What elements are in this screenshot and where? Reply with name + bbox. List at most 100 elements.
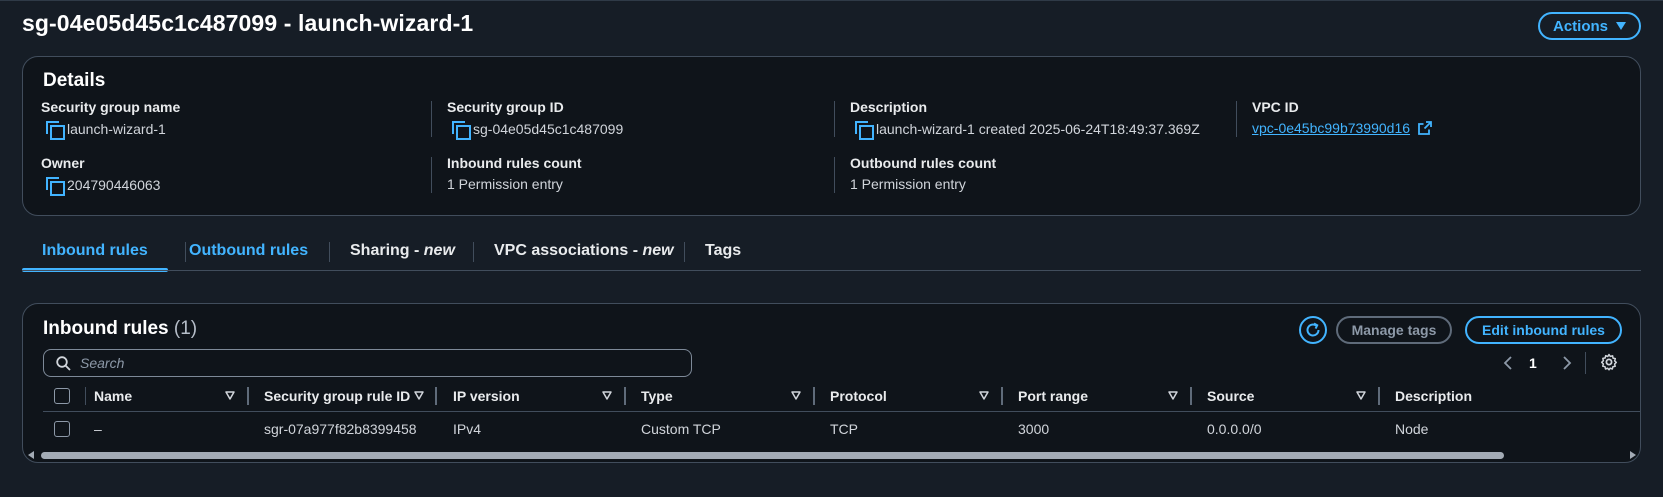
column-divider xyxy=(1236,101,1237,137)
column-divider[interactable] xyxy=(624,387,626,405)
cell-port-range: 3000 xyxy=(1018,421,1050,437)
field-value: 1 Permission entry xyxy=(850,176,966,192)
tab-inbound-rules[interactable]: Inbound rules xyxy=(22,234,168,272)
column-divider[interactable] xyxy=(813,387,815,405)
field-label: Security group ID xyxy=(447,99,564,115)
chevron-right-icon xyxy=(1563,356,1572,370)
inbound-rules-title: Inbound rules (1) xyxy=(43,318,198,339)
field-inbound-rules-count: Inbound rules count 1 Permission entry xyxy=(447,155,582,192)
tab-bar: Inbound rules Outbound rules Sharing - n… xyxy=(22,234,1641,272)
horizontal-scrollbar[interactable] xyxy=(23,449,1640,462)
field-label: Inbound rules count xyxy=(447,155,582,171)
sort-icon[interactable] xyxy=(979,391,989,401)
scrollbar-thumb[interactable] xyxy=(41,452,1504,459)
column-header-protocol[interactable]: Protocol xyxy=(830,381,887,411)
edit-inbound-rules-button[interactable]: Edit inbound rules xyxy=(1465,316,1622,344)
vpc-id-link[interactable]: vpc-0e45bc99b73990d16 xyxy=(1252,120,1410,136)
column-header-rule-id[interactable]: Security group rule ID xyxy=(264,381,410,411)
top-divider xyxy=(0,0,1663,1)
details-panel: Details Security group name launch-wizar… xyxy=(22,56,1641,216)
cell-description: Node xyxy=(1395,421,1429,437)
sort-icon[interactable] xyxy=(1356,391,1366,401)
cell-source: 0.0.0.0/0 xyxy=(1207,421,1262,437)
field-outbound-rules-count: Outbound rules count 1 Permission entry xyxy=(850,155,996,192)
refresh-icon xyxy=(1306,322,1320,337)
column-header-type[interactable]: Type xyxy=(641,381,673,411)
cell-ip-version: IPv4 xyxy=(453,421,482,437)
gear-icon[interactable] xyxy=(1600,353,1618,371)
column-divider xyxy=(431,157,432,193)
row-checkbox[interactable] xyxy=(54,421,70,437)
tab-divider xyxy=(329,242,330,262)
previous-page-button[interactable] xyxy=(1503,349,1513,377)
field-label: VPC ID xyxy=(1252,99,1299,115)
current-page[interactable]: 1 xyxy=(1529,349,1537,377)
cell-protocol: TCP xyxy=(830,421,858,437)
cell-rule-id: sgr-07a977f82b8399458 xyxy=(264,421,417,437)
column-divider[interactable] xyxy=(247,387,249,405)
next-page-button[interactable] xyxy=(1562,349,1572,377)
column-header-name[interactable]: Name xyxy=(94,381,132,411)
column-header-source[interactable]: Source xyxy=(1207,381,1254,411)
manage-tags-button[interactable]: Manage tags xyxy=(1336,316,1452,344)
field-value: launch-wizard-1 xyxy=(67,121,166,137)
column-divider[interactable] xyxy=(1378,387,1380,405)
field-value: 204790446063 xyxy=(67,177,161,193)
field-value: 1 Permission entry xyxy=(447,176,563,192)
table-row[interactable]: – sgr-07a977f82b8399458 IPv4 Custom TCP … xyxy=(23,412,1640,446)
column-divider[interactable] xyxy=(435,387,437,405)
tab-vpc-associations[interactable]: VPC associations - new xyxy=(494,234,674,270)
tab-divider xyxy=(473,242,474,262)
column-divider xyxy=(834,157,835,193)
copy-icon[interactable] xyxy=(451,120,471,140)
details-title: Details xyxy=(43,70,106,91)
sort-icon[interactable] xyxy=(791,391,801,401)
copy-icon[interactable] xyxy=(45,120,65,140)
sort-icon[interactable] xyxy=(414,391,424,401)
copy-icon[interactable] xyxy=(854,120,874,140)
copy-icon[interactable] xyxy=(45,176,65,196)
field-value: launch-wizard-1 created 2025-06-24T18:49… xyxy=(876,121,1200,137)
field-vpc-id: VPC ID vpc-0e45bc99b73990d16 xyxy=(1252,99,1432,136)
search-box[interactable] xyxy=(43,349,692,377)
column-divider[interactable] xyxy=(1190,387,1192,405)
caret-down-icon xyxy=(1616,22,1626,30)
column-divider xyxy=(834,101,835,137)
sort-icon[interactable] xyxy=(1168,391,1178,401)
tab-divider xyxy=(684,242,685,262)
column-header-ip-version[interactable]: IP version xyxy=(453,381,520,411)
sort-icon[interactable] xyxy=(602,391,612,401)
search-input[interactable] xyxy=(80,355,640,371)
tab-tags[interactable]: Tags xyxy=(705,234,741,270)
field-label: Description xyxy=(850,99,928,115)
page-title: sg-04e05d45c1c487099 - launch-wizard-1 xyxy=(22,10,474,36)
field-owner: Owner 204790446063 xyxy=(41,155,161,196)
field-label: Outbound rules count xyxy=(850,155,997,171)
rules-count: (1) xyxy=(173,318,198,339)
column-header-description[interactable]: Description xyxy=(1395,381,1472,411)
search-icon xyxy=(56,355,71,371)
field-security-group-id: Security group ID sg-04e05d45c1c487099 xyxy=(447,99,624,140)
column-divider xyxy=(431,101,432,137)
scroll-left-arrow[interactable] xyxy=(28,451,34,459)
tab-divider xyxy=(185,242,186,262)
field-description: Description launch-wizard-1 created 2025… xyxy=(850,99,1200,140)
field-value: sg-04e05d45c1c487099 xyxy=(473,121,624,137)
column-header-port-range[interactable]: Port range xyxy=(1018,381,1088,411)
field-label: Owner xyxy=(41,155,85,171)
cell-type: Custom TCP xyxy=(641,421,721,437)
scroll-right-arrow[interactable] xyxy=(1630,451,1636,459)
column-divider[interactable] xyxy=(1001,387,1003,405)
tab-sharing[interactable]: Sharing - new xyxy=(350,234,455,270)
actions-button[interactable]: Actions xyxy=(1538,12,1641,40)
chevron-left-icon xyxy=(1503,356,1512,370)
tab-outbound-rules[interactable]: Outbound rules xyxy=(189,234,308,270)
cell-name: – xyxy=(94,421,102,437)
refresh-button[interactable] xyxy=(1299,316,1327,344)
field-label: Security group name xyxy=(41,99,181,115)
table-header-row: Name Security group rule ID IP version T… xyxy=(23,381,1640,411)
select-all-checkbox[interactable] xyxy=(54,388,70,404)
inbound-rules-panel: Inbound rules (1) Manage tags Edit inbou… xyxy=(22,303,1641,463)
sort-icon[interactable] xyxy=(225,391,235,401)
external-link-icon[interactable] xyxy=(1418,121,1432,135)
